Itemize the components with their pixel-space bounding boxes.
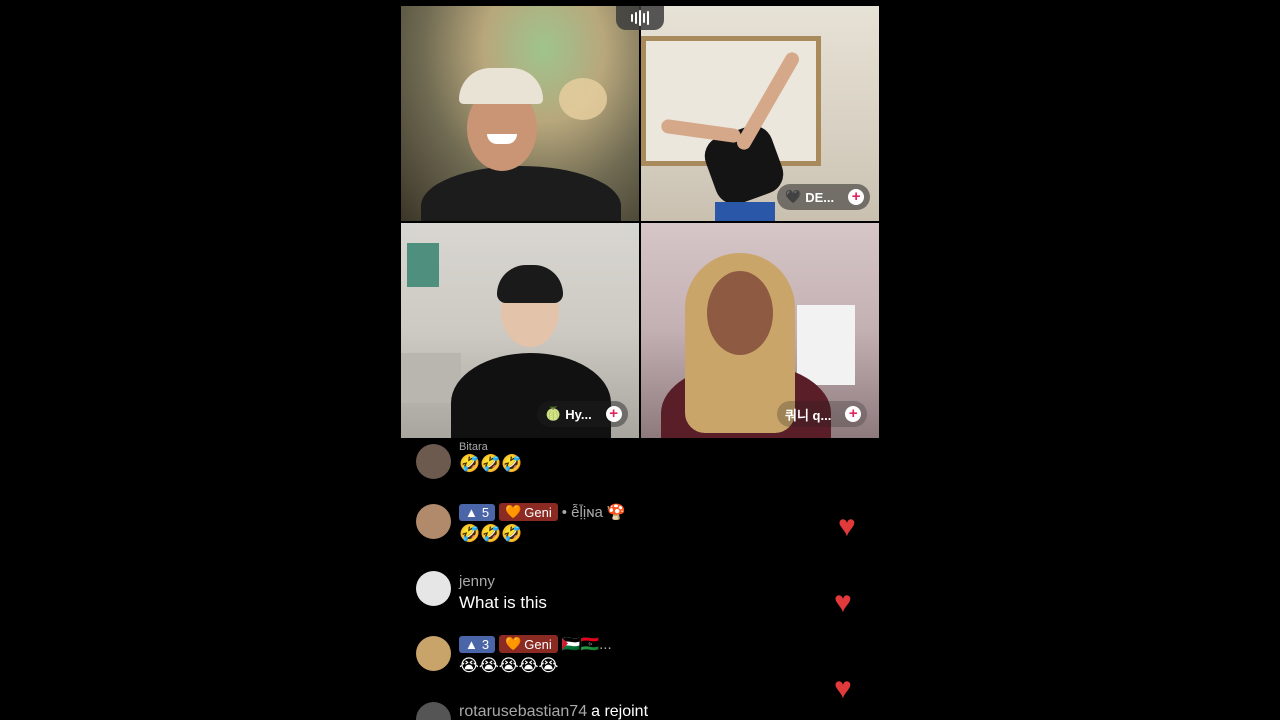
- chat-text: What is this: [459, 593, 547, 612]
- chat-message: ▲ 5 🧡 Geni • ễḹịɴa ̛🍄 🤣🤣🤣: [416, 502, 626, 544]
- participant-name-pill[interactable]: 🍈 Hy... +: [537, 401, 628, 427]
- participant-name: 쿼니 q...: [785, 407, 832, 423]
- participant-face: [707, 271, 773, 355]
- host-body: [421, 166, 621, 221]
- audio-level-icon: [616, 6, 664, 30]
- cap: [459, 68, 543, 104]
- video-tile-participant-4[interactable]: 쿼니 q... +: [641, 223, 879, 438]
- chat-message: rotarusebastian74 a rejoint: [416, 702, 648, 720]
- floating-heart-icon: ♥: [834, 586, 852, 619]
- avatar[interactable]: [416, 444, 451, 479]
- chat-text: 🤣🤣🤣: [459, 454, 523, 473]
- chat-username: jenny: [459, 572, 495, 590]
- avatar[interactable]: [416, 636, 451, 671]
- wall-poster: [407, 243, 439, 287]
- chat-feed[interactable]: Bitara 🤣🤣🤣 ▲ 5 🧡 Geni • ễḹịɴa ̛🍄 🤣🤣🤣 jenny…: [400, 440, 880, 720]
- level-icon: ▲: [465, 636, 478, 652]
- lamp: [559, 78, 607, 120]
- floating-heart-icon: ♥: [838, 510, 856, 543]
- avatar[interactable]: [416, 504, 451, 539]
- heart-badge-icon: 🖤: [785, 189, 802, 204]
- live-stream-screen: 🖤 DE... + 🍈 Hy... + 쿼니 q... + Bitara 🤣🤣🤣…: [400, 0, 880, 720]
- gift-badge: 🧡 Geni: [499, 503, 558, 521]
- gift-heart-icon: 🧡: [505, 636, 522, 651]
- follow-button[interactable]: +: [605, 406, 622, 422]
- avatar[interactable]: [416, 571, 451, 606]
- dresser: [797, 305, 855, 385]
- melon-badge-icon: 🍈: [545, 406, 562, 421]
- chat-message: ▲ 3 🧡 Geni 🇵🇸🇱🇾... 😭😭😭😭😭: [416, 634, 612, 676]
- floating-heart-icon: ♥: [834, 672, 852, 705]
- chat-username: 🇵🇸🇱🇾...: [561, 636, 612, 653]
- chat-text: a rejoint: [591, 703, 649, 720]
- chat-message: jenny What is this: [416, 571, 547, 613]
- chat-username: Bitara: [459, 442, 488, 452]
- participant-name: Hy...: [565, 406, 592, 422]
- avatar[interactable]: [416, 702, 451, 720]
- gift-heart-icon: 🧡: [505, 504, 522, 519]
- chat-text: 🤣🤣🤣: [459, 524, 523, 543]
- level-badge: ▲ 3: [459, 635, 496, 653]
- chat-username: rotarusebastian74: [459, 703, 588, 720]
- level-badge: ▲ 5: [459, 503, 496, 521]
- follow-button[interactable]: +: [845, 406, 862, 422]
- gift-badge: 🧡 Geni: [499, 635, 558, 653]
- video-tile-participant-3[interactable]: 🍈 Hy... +: [401, 223, 639, 438]
- participant-name-pill[interactable]: 쿼니 q... +: [777, 401, 868, 427]
- chat-username: • ễḹịɴa ̛🍄: [561, 504, 626, 521]
- dancer-pants: [715, 202, 775, 221]
- video-tile-host[interactable]: [401, 6, 639, 221]
- participant-name: DE...: [805, 189, 835, 205]
- hair: [497, 265, 563, 303]
- chat-message: Bitara 🤣🤣🤣: [416, 442, 523, 479]
- level-icon: ▲: [465, 504, 478, 520]
- chat-text: 😭😭😭😭😭: [459, 656, 559, 675]
- participant-name-pill[interactable]: 🖤 DE... +: [777, 184, 871, 210]
- follow-button[interactable]: +: [848, 189, 865, 205]
- video-tile-participant-2[interactable]: 🖤 DE... +: [641, 6, 879, 221]
